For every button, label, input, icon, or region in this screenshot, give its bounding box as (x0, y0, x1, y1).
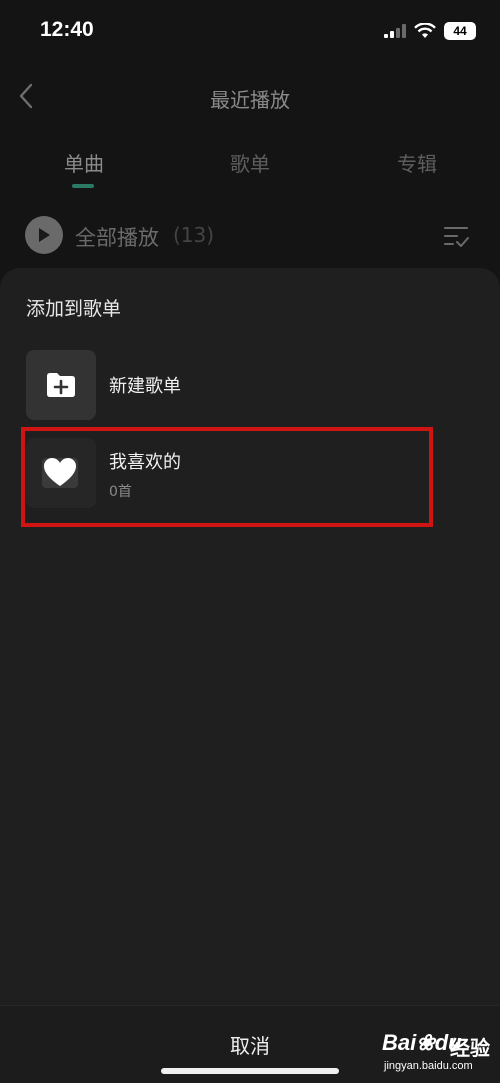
tab-indicator (72, 184, 94, 188)
home-indicator (161, 1068, 339, 1074)
status-icons: 44 (384, 22, 476, 40)
status-time: 12:40 (40, 18, 94, 41)
page-title: 最近播放 (210, 88, 290, 112)
play-all-label[interactable]: 全部播放 (75, 222, 159, 252)
battery-indicator: 44 (444, 22, 476, 40)
status-bar: 12:40 44 (0, 0, 500, 64)
tab-albums[interactable]: 专辑 (397, 148, 437, 177)
wifi-icon (414, 23, 436, 38)
highlight-annotation-box (21, 427, 433, 527)
sheet-title: 添加到歌单 (26, 298, 122, 320)
play-all-row: 全部播放 (13) (0, 212, 500, 260)
add-to-playlist-sheet: 添加到歌单 新建歌单 我喜欢的 0首 (0, 268, 500, 1083)
baidu-jingyan-watermark: Bai❀du 经验 jingyan.baidu.com (380, 1028, 495, 1078)
tab-songs[interactable]: 单曲 (64, 148, 104, 177)
play-icon (39, 228, 50, 242)
watermark-brand-head: Bai (382, 1030, 417, 1055)
watermark-url: jingyan.baidu.com (384, 1060, 473, 1072)
paw-icon: ❀ (416, 1030, 435, 1055)
tab-bar: 单曲 歌单 专辑 (0, 140, 500, 190)
header: 最近播放 (0, 72, 500, 122)
cancel-button[interactable]: 取消 (200, 1030, 300, 1059)
folder-plus-icon (47, 373, 75, 397)
multi-select-icon[interactable] (440, 220, 472, 252)
new-playlist-thumb (26, 350, 96, 420)
play-all-count: (13) (173, 223, 215, 247)
new-playlist-label: 新建歌单 (109, 376, 181, 397)
new-playlist-item[interactable]: 新建歌单 (26, 350, 486, 422)
watermark-experience: 经验 (450, 1036, 490, 1060)
tab-playlists[interactable]: 歌单 (230, 148, 270, 177)
signal-icon (384, 24, 406, 38)
play-all-button[interactable] (25, 216, 63, 254)
